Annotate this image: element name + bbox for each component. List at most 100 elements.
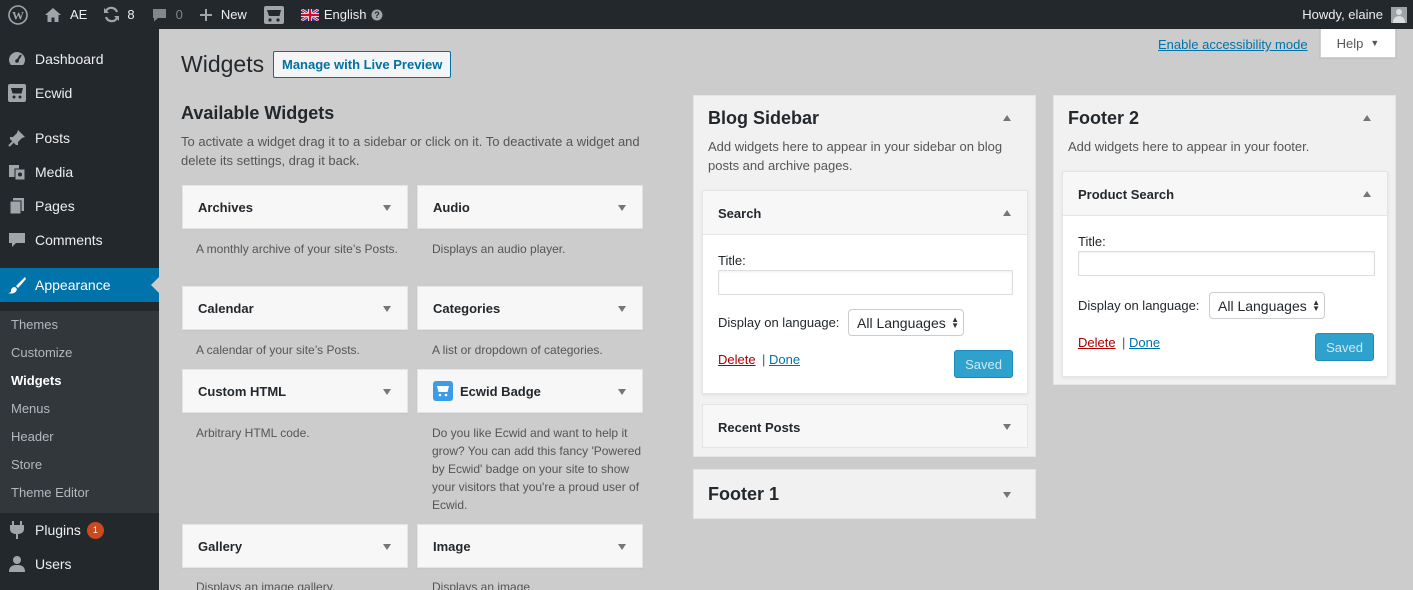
title-input[interactable] bbox=[1078, 251, 1375, 276]
enable-accessibility-mode-link[interactable]: Enable accessibility mode bbox=[1158, 37, 1308, 52]
submenu-item-widgets[interactable]: Widgets bbox=[11, 373, 61, 388]
widget-calendar[interactable]: Calendar bbox=[182, 286, 408, 330]
ecwid-badge-icon bbox=[433, 381, 453, 401]
search-widget-header[interactable]: Search bbox=[703, 191, 1027, 235]
widget-description: Displays an audio player. bbox=[432, 242, 566, 256]
recent-posts-widget[interactable]: Recent Posts bbox=[702, 404, 1028, 448]
language-select-value: All Languages bbox=[857, 314, 946, 331]
widget-archives[interactable]: Archives bbox=[182, 185, 408, 229]
widget-title: Categories bbox=[433, 300, 501, 316]
delete-link[interactable]: Delete bbox=[1078, 335, 1116, 350]
saved-button[interactable]: Saved bbox=[954, 350, 1013, 378]
widget-categories[interactable]: Categories bbox=[417, 286, 643, 330]
widget-audio[interactable]: Audio bbox=[417, 185, 643, 229]
menu-item-media[interactable]: Media bbox=[0, 155, 159, 189]
widget-title: Recent Posts bbox=[718, 420, 801, 435]
footer-1-area[interactable]: Footer 1 bbox=[693, 469, 1036, 519]
language-switcher[interactable]: English ? bbox=[293, 0, 392, 29]
language-label: English bbox=[323, 7, 367, 22]
widget-title: Product Search bbox=[1078, 187, 1175, 202]
widget-gallery[interactable]: Gallery bbox=[182, 524, 408, 568]
admin-menu: Dashboard Ecwid Posts Media Pages Commen… bbox=[0, 29, 159, 590]
widget-ecwid-badge[interactable]: Ecwid Badge bbox=[417, 369, 643, 413]
select-arrows-icon: ▲ ▼ bbox=[951, 315, 959, 330]
done-link[interactable]: Done bbox=[1129, 335, 1160, 350]
submenu-item-themes[interactable]: Themes bbox=[11, 317, 58, 332]
arrow-down-icon[interactable] bbox=[383, 306, 391, 312]
arrow-down-icon[interactable] bbox=[383, 389, 391, 395]
appearance-submenu: Themes Customize Widgets Menus Header St… bbox=[0, 311, 159, 513]
blog-sidebar-area: Blog Sidebar Add widgets here to appear … bbox=[693, 95, 1036, 457]
comments-count: 0 bbox=[175, 7, 183, 22]
submenu-item-menus[interactable]: Menus bbox=[11, 401, 50, 416]
collapse-arrow-up-icon[interactable] bbox=[1003, 115, 1011, 121]
widget-custom-html[interactable]: Custom HTML bbox=[182, 369, 408, 413]
expand-arrow-down-icon[interactable] bbox=[1003, 492, 1011, 498]
user-icon bbox=[7, 554, 27, 574]
search-widget: Search Title: Display on language: All L… bbox=[702, 190, 1028, 394]
menu-label: Media bbox=[35, 164, 74, 180]
title-input[interactable] bbox=[718, 270, 1013, 295]
language-select[interactable]: All Languages ▲ ▼ bbox=[1209, 292, 1325, 319]
sidebar-title: Blog Sidebar bbox=[708, 108, 820, 128]
expand-arrow-down-icon[interactable] bbox=[1003, 424, 1011, 430]
done-link[interactable]: Done bbox=[769, 352, 800, 367]
link-separator: | bbox=[1122, 335, 1126, 350]
submenu-item-theme-editor[interactable]: Theme Editor bbox=[11, 485, 89, 500]
menu-item-posts[interactable]: Posts bbox=[0, 121, 159, 155]
updates-count: 8 bbox=[127, 7, 135, 22]
menu-label: Posts bbox=[35, 130, 71, 146]
menu-item-dashboard[interactable]: Dashboard bbox=[0, 42, 159, 76]
help-tab[interactable]: Help ▼ bbox=[1320, 29, 1396, 58]
widget-description: Displays an image gallery. bbox=[196, 580, 336, 590]
widget-image[interactable]: Image bbox=[417, 524, 643, 568]
title-label: Title: bbox=[718, 253, 746, 268]
new-content-link[interactable]: New bbox=[191, 0, 255, 29]
comments-link[interactable]: 0 bbox=[143, 0, 191, 29]
widget-title: Ecwid Badge bbox=[460, 383, 541, 399]
saved-button[interactable]: Saved bbox=[1315, 333, 1374, 361]
collapse-arrow-up-icon[interactable] bbox=[1363, 115, 1371, 121]
menu-item-users[interactable]: Users bbox=[0, 547, 159, 581]
menu-item-comments[interactable]: Comments bbox=[0, 223, 159, 257]
site-name-link[interactable]: AE bbox=[36, 0, 95, 29]
widget-title: Search bbox=[718, 206, 762, 221]
arrow-down-icon[interactable] bbox=[618, 306, 626, 312]
collapse-arrow-up-icon[interactable] bbox=[1363, 191, 1371, 197]
display-language-label: Display on language: bbox=[718, 315, 840, 330]
media-icon bbox=[7, 162, 27, 182]
widget-description: A monthly archive of your site’s Posts. bbox=[196, 242, 398, 256]
arrow-down-icon[interactable] bbox=[383, 544, 391, 550]
widget-description: Arbitrary HTML code. bbox=[196, 426, 310, 440]
updates-link[interactable]: 8 bbox=[95, 0, 142, 29]
collapse-arrow-up-icon[interactable] bbox=[1003, 210, 1011, 216]
arrow-down-icon[interactable] bbox=[383, 205, 391, 211]
menu-item-appearance[interactable]: Appearance bbox=[0, 268, 159, 302]
my-account[interactable]: Howdy, elaine bbox=[1302, 0, 1413, 29]
menu-item-ecwid[interactable]: Ecwid bbox=[0, 76, 159, 110]
arrow-down-icon[interactable] bbox=[618, 544, 626, 550]
sidebar-title: Footer 1 bbox=[708, 484, 780, 504]
language-select-value: All Languages bbox=[1218, 297, 1307, 314]
arrow-down-icon[interactable] bbox=[618, 389, 626, 395]
howdy-text: Howdy, elaine bbox=[1302, 7, 1383, 22]
title-label: Title: bbox=[1078, 234, 1106, 249]
delete-link[interactable]: Delete bbox=[718, 352, 756, 367]
plus-icon bbox=[199, 8, 212, 21]
submenu-item-header[interactable]: Header bbox=[11, 429, 54, 444]
submenu-item-store[interactable]: Store bbox=[11, 457, 42, 472]
comment-icon bbox=[7, 230, 27, 250]
ecwid-store-link[interactable] bbox=[255, 0, 293, 29]
menu-item-plugins[interactable]: Plugins 1 bbox=[0, 513, 159, 547]
pages-icon bbox=[7, 196, 27, 216]
link-separator: | bbox=[762, 352, 766, 367]
menu-item-pages[interactable]: Pages bbox=[0, 189, 159, 223]
product-search-widget-header[interactable]: Product Search bbox=[1063, 172, 1387, 216]
language-select[interactable]: All Languages ▲ ▼ bbox=[848, 309, 964, 336]
wordpress-logo-icon[interactable]: W bbox=[0, 0, 36, 29]
select-arrows-icon: ▲ ▼ bbox=[1312, 298, 1320, 313]
arrow-down-icon[interactable] bbox=[618, 205, 626, 211]
manage-live-preview-button[interactable]: Manage with Live Preview bbox=[273, 51, 452, 78]
help-circle-icon: ? bbox=[371, 9, 383, 20]
submenu-item-customize[interactable]: Customize bbox=[11, 345, 72, 360]
